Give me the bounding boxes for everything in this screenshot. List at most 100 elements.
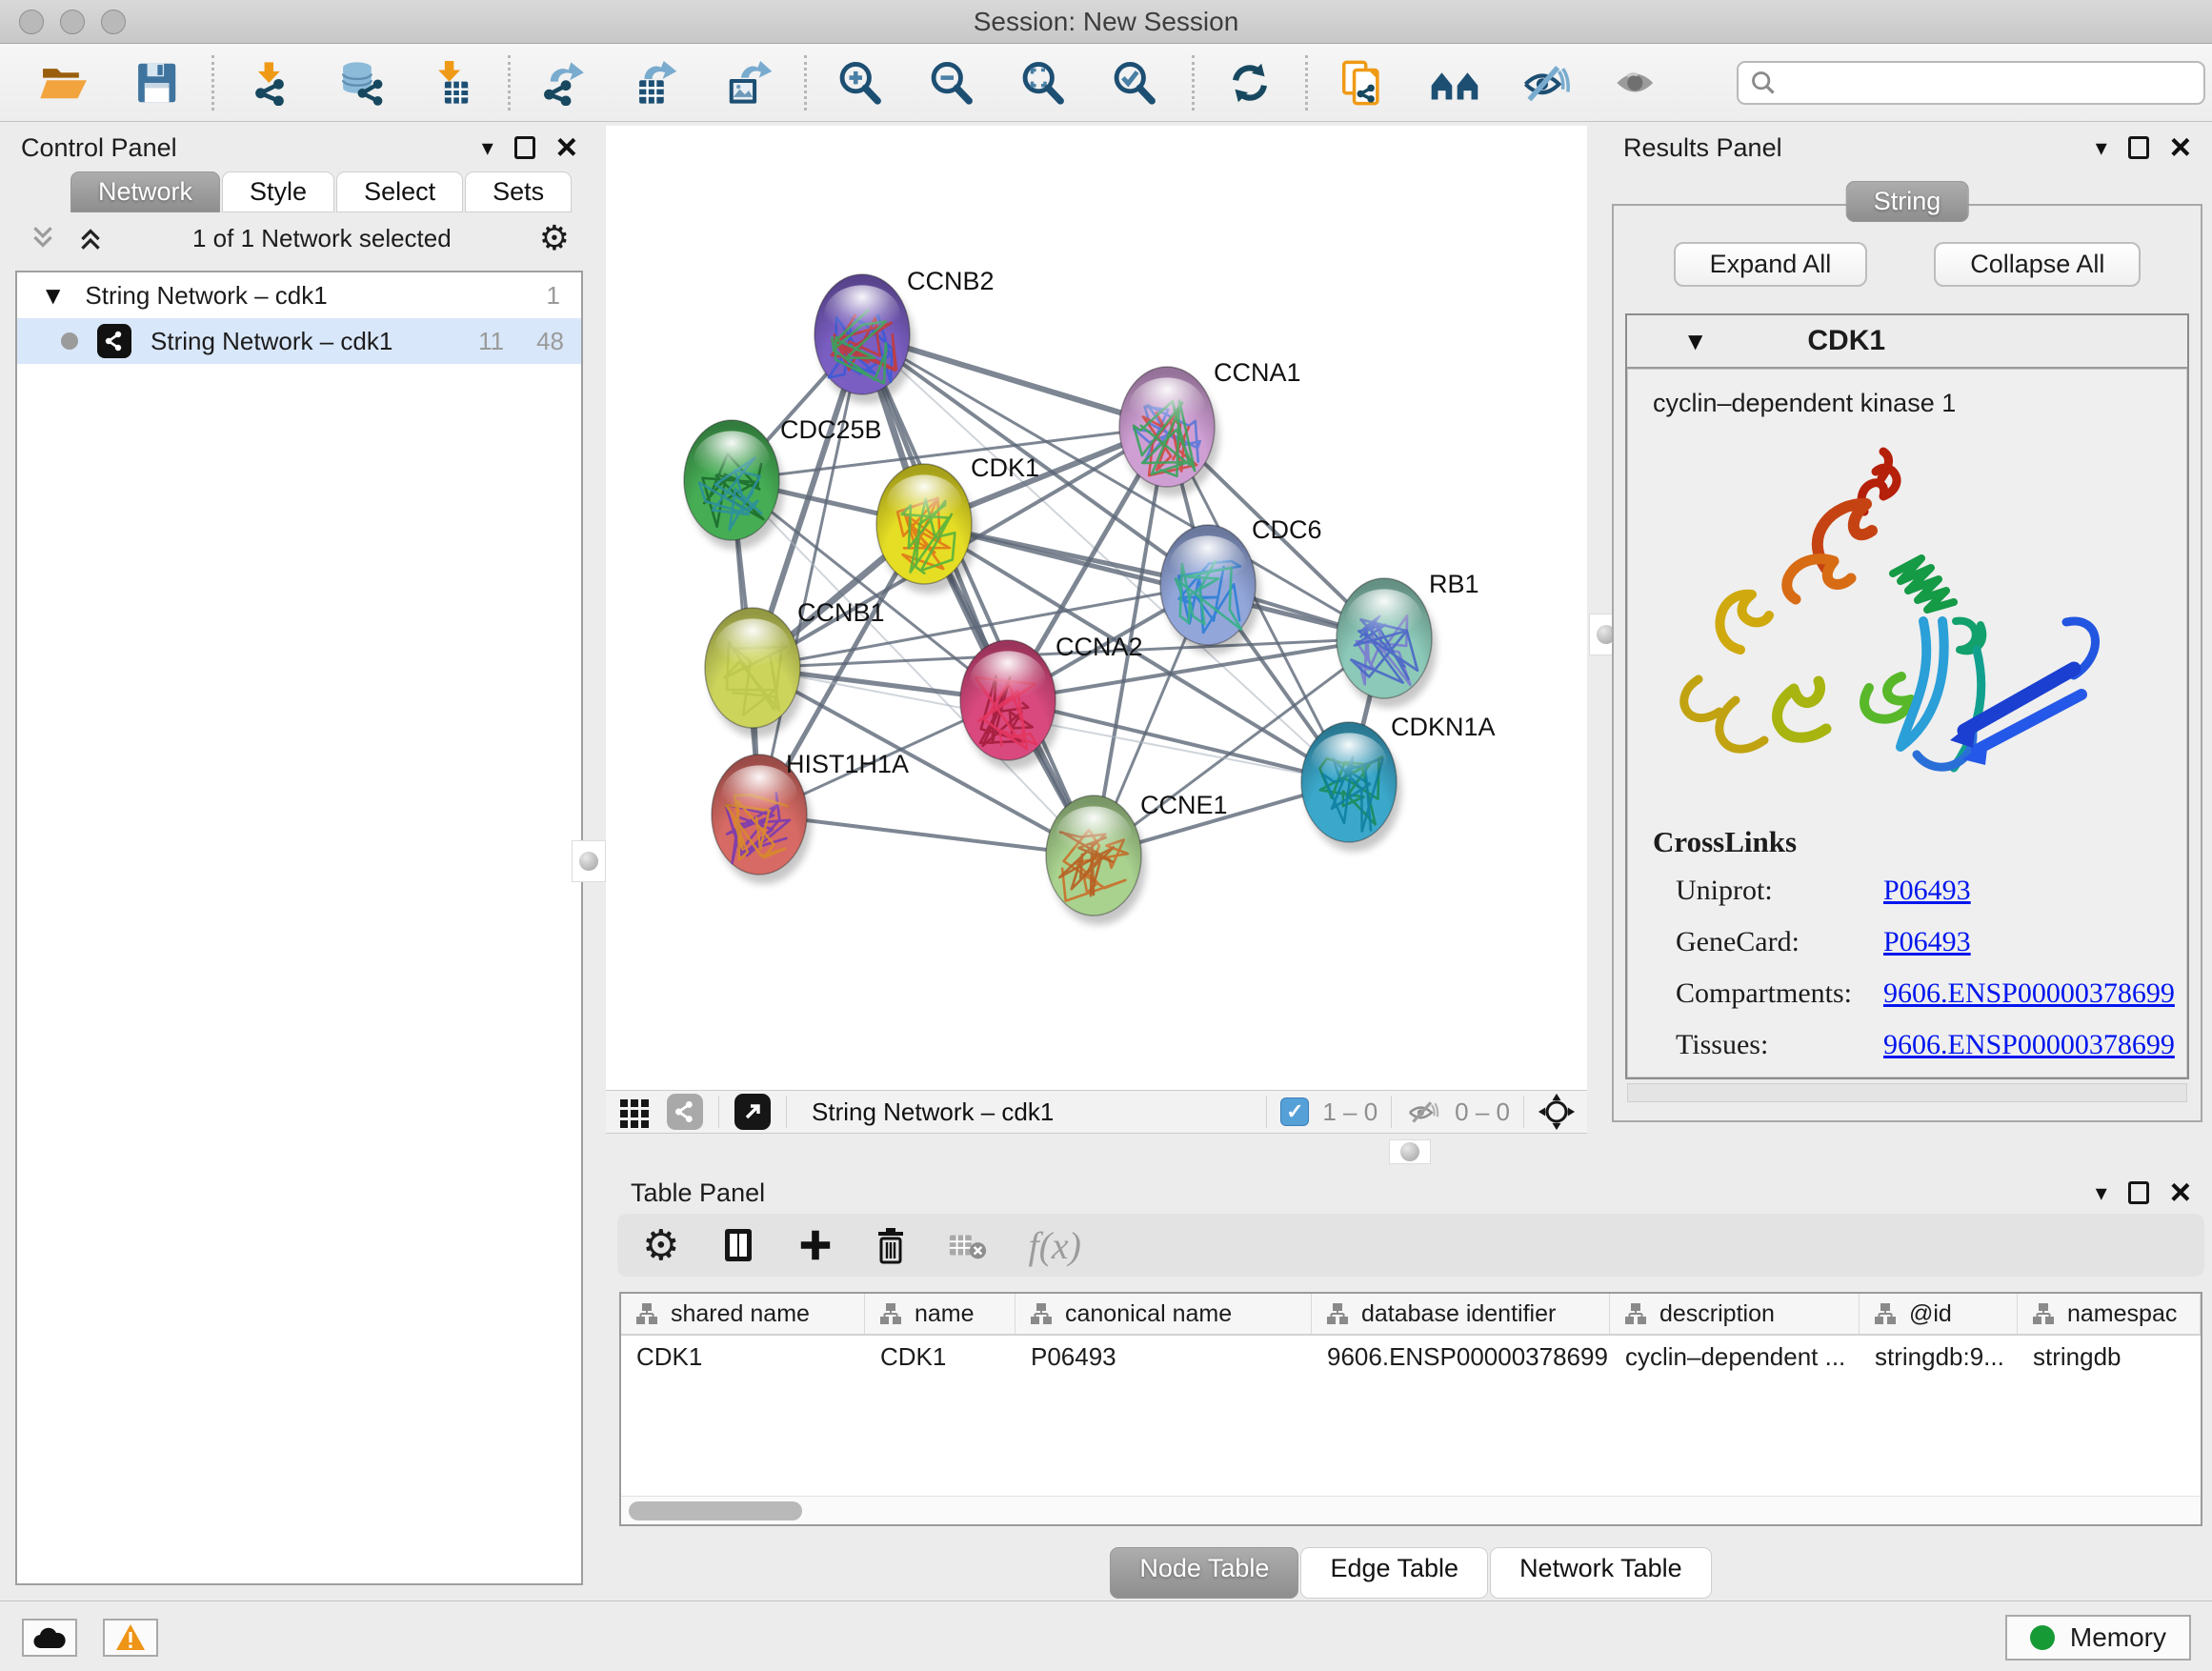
new-network-from-selection-button[interactable] [1337, 56, 1390, 110]
table-cell[interactable]: cyclin–dependent ... [1610, 1342, 1860, 1372]
svg-text:HIST1H1A: HIST1H1A [786, 750, 909, 778]
open-session-button[interactable] [38, 56, 91, 110]
first-neighbors-button[interactable] [1428, 56, 1481, 110]
scrollbar-thumb[interactable] [629, 1501, 802, 1520]
export-image-icon [723, 60, 774, 106]
tab-sets[interactable]: Sets [465, 171, 572, 212]
close-panel-icon[interactable]: × [556, 136, 577, 159]
network-share-icon[interactable] [667, 1094, 703, 1130]
shared-column-icon [1029, 1301, 1054, 1326]
column-header[interactable]: name [865, 1294, 1016, 1334]
uniprot-link[interactable]: P06493 [1883, 875, 2186, 907]
delete-table-icon[interactable] [948, 1229, 988, 1261]
column-header[interactable]: canonical name [1016, 1294, 1312, 1334]
table-toolbar: ⚙ f(x) [617, 1214, 2204, 1277]
column-header[interactable]: database identifier [1312, 1294, 1610, 1334]
crosshair-icon[interactable] [1538, 1093, 1576, 1131]
collection-expand-icon[interactable]: ▼ [46, 284, 60, 307]
left-splitter-handle[interactable] [572, 840, 606, 882]
genecard-link[interactable]: P06493 [1883, 926, 2186, 958]
crosslink-label: Tissues: [1676, 1029, 1883, 1061]
show-all-button[interactable] [1611, 56, 1664, 110]
export-network-icon [540, 60, 592, 106]
node-result-header[interactable]: ▼ CDK1 [1627, 315, 2187, 369]
svg-text:CCNE1: CCNE1 [1140, 791, 1228, 819]
float-panel-icon[interactable] [2128, 1181, 2149, 1204]
panel-menu-caret-icon[interactable]: ▾ [2096, 1179, 2107, 1207]
column-header[interactable]: shared name [621, 1294, 865, 1334]
tissues-link[interactable]: 9606.ENSP00000378699 [1883, 1029, 2186, 1061]
zoom-out-button[interactable] [927, 56, 980, 110]
zoom-in-button[interactable] [835, 56, 889, 110]
hidden-eye-slash-icon[interactable] [1405, 1097, 1441, 1126]
save-session-button[interactable] [130, 56, 183, 110]
column-header[interactable]: @id [1860, 1294, 2018, 1334]
table-horizontal-scrollbar[interactable] [621, 1496, 2201, 1524]
create-column-plus-icon[interactable] [797, 1227, 834, 1263]
export-table-icon [632, 60, 683, 106]
collection-label: String Network – cdk1 [85, 281, 327, 311]
warnings-button[interactable] [103, 1619, 158, 1657]
table-options-gear-icon[interactable]: ⚙ [642, 1221, 679, 1270]
zoom-selected-button[interactable] [1110, 56, 1163, 110]
tab-string[interactable]: String [1846, 181, 1969, 222]
tab-style[interactable]: Style [222, 171, 334, 212]
close-panel-icon[interactable]: × [2170, 1181, 2191, 1204]
delete-column-trash-icon[interactable] [874, 1226, 908, 1264]
import-table-button[interactable] [426, 56, 479, 110]
collapse-all-button[interactable]: Collapse All [1934, 242, 2141, 287]
import-network-button[interactable] [243, 56, 296, 110]
panel-menu-caret-icon[interactable]: ▾ [2096, 134, 2107, 162]
selected-checkbox-icon[interactable]: ✓ [1280, 1097, 1309, 1126]
column-header[interactable]: description [1610, 1294, 1860, 1334]
table-row[interactable]: CDK1CDK1P064939606.ENSP00000378699cyclin… [621, 1336, 2201, 1378]
panel-menu-caret-icon[interactable]: ▾ [482, 134, 493, 162]
float-panel-icon[interactable] [2128, 136, 2149, 159]
zoom-fit-button[interactable] [1018, 56, 1072, 110]
table-cell[interactable]: CDK1 [865, 1342, 1016, 1372]
table-cell[interactable]: 9606.ENSP00000378699 [1312, 1342, 1610, 1372]
export-table-button[interactable] [631, 56, 684, 110]
collapse-all-icon[interactable] [29, 224, 57, 252]
control-panel: Control Panel ▾ × Network Style Select S… [8, 126, 591, 1599]
float-panel-icon[interactable] [514, 136, 535, 159]
cloud-status-button[interactable] [22, 1619, 77, 1657]
status-bar: Memory [0, 1601, 2212, 1671]
expand-all-icon[interactable] [76, 224, 105, 252]
birdseye-grid-icon[interactable] [617, 1095, 652, 1129]
export-image-button[interactable] [722, 56, 775, 110]
refresh-button[interactable] [1223, 56, 1277, 110]
tab-select[interactable]: Select [336, 171, 463, 212]
network-row-selected[interactable]: String Network – cdk1 11 48 [17, 318, 581, 364]
crosslink-label: Compartments: [1676, 977, 1883, 1010]
tab-network[interactable]: Network [70, 171, 220, 212]
close-panel-icon[interactable]: × [2170, 136, 2191, 159]
bottom-splitter-handle[interactable] [1389, 1139, 1431, 1164]
tab-edge-table[interactable]: Edge Table [1300, 1547, 1488, 1599]
window-titlebar: Session: New Session [0, 0, 2212, 44]
table-cell[interactable]: CDK1 [621, 1342, 865, 1372]
expand-all-button[interactable]: Expand All [1674, 242, 1868, 287]
tab-network-table[interactable]: Network Table [1490, 1547, 1712, 1599]
detach-view-icon[interactable] [734, 1094, 771, 1130]
memory-button[interactable]: Memory [2005, 1615, 2191, 1661]
table-cell[interactable]: stringdb [2018, 1342, 2201, 1372]
hide-selected-button[interactable] [1519, 56, 1573, 110]
search-input[interactable] [1737, 61, 2205, 105]
show-columns-icon[interactable] [719, 1226, 757, 1264]
crosslinks-title: CrossLinks [1653, 825, 2186, 859]
network-collection-row[interactable]: ▼ String Network – cdk1 1 [17, 272, 581, 318]
export-network-button[interactable] [539, 56, 593, 110]
network-canvas[interactable]: CCNB2CCNA1CDC25BCDK1CDC6RB1CCNB1CCNA2CDK… [606, 126, 1587, 1090]
tab-node-table[interactable]: Node Table [1110, 1547, 1298, 1599]
import-network-from-database-button[interactable] [334, 56, 388, 110]
collapse-entry-icon[interactable]: ▼ [1688, 330, 1702, 352]
network-options-gear-icon[interactable]: ⚙ [539, 219, 570, 258]
control-panel-title: Control Panel [21, 133, 177, 163]
column-header[interactable]: namespac [2018, 1294, 2201, 1334]
table-cell[interactable]: stringdb:9... [1860, 1342, 2018, 1372]
compartments-link[interactable]: 9606.ENSP00000378699 [1883, 977, 2186, 1010]
results-scrollbar[interactable] [1627, 1083, 2187, 1102]
table-cell[interactable]: P06493 [1016, 1342, 1312, 1372]
zoom-in-icon [836, 60, 888, 106]
